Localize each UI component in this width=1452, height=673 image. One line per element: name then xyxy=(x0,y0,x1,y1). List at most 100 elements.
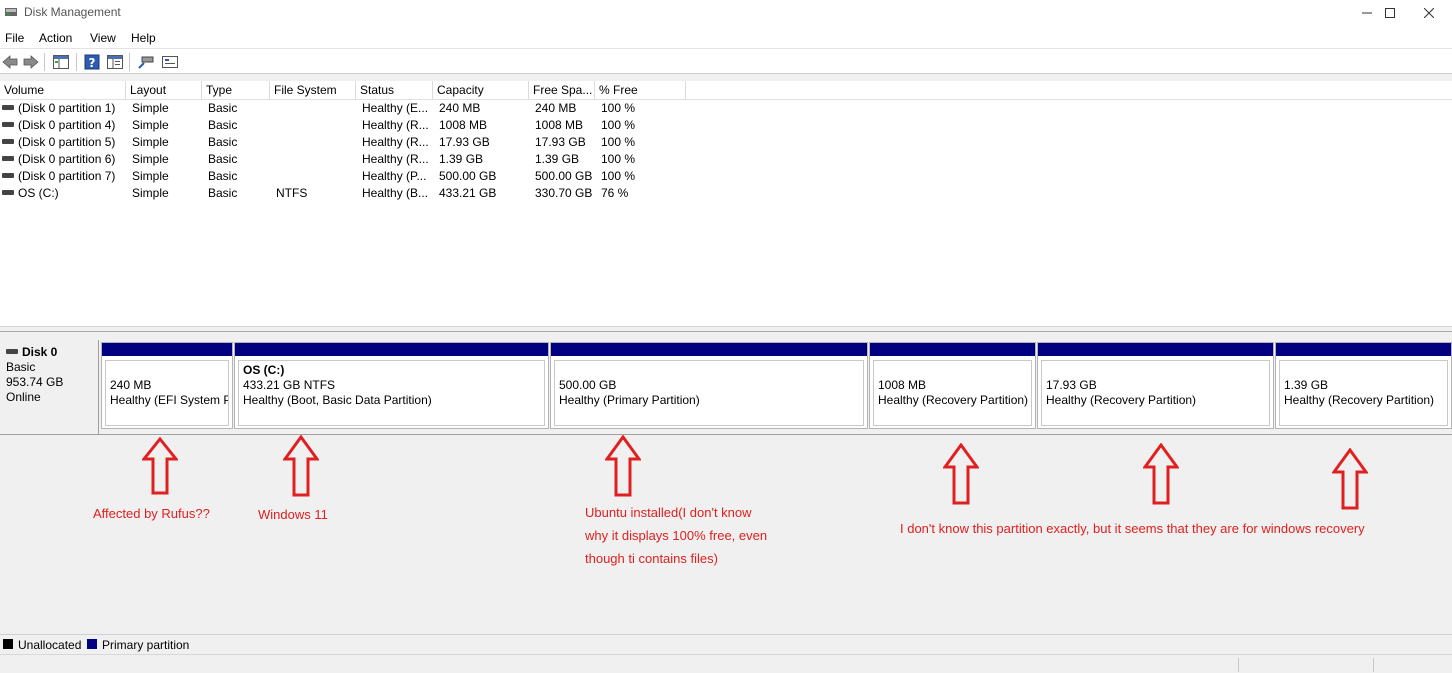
partition-recovery-3[interactable]: 1.39 GB Healthy (Recovery Partition) xyxy=(1275,342,1452,429)
partition-efi[interactable]: 240 MB Healthy (EFI System Pa xyxy=(101,342,233,429)
annotation-ubuntu-line: why it displays 100% free, even xyxy=(585,528,768,543)
layout-cell: Simple xyxy=(132,135,169,149)
layout-cell: Simple xyxy=(132,169,169,183)
partition-recovery-2[interactable]: 17.93 GB Healthy (Recovery Partition) xyxy=(1037,342,1274,429)
unallocated-swatch xyxy=(3,639,13,649)
partition-os[interactable]: OS (C:) 433.21 GB NTFS Healthy (Boot, Ba… xyxy=(234,342,549,429)
column-header-layout[interactable]: Layout xyxy=(126,81,202,99)
forward-button[interactable] xyxy=(22,53,40,71)
volume-icon xyxy=(2,139,14,145)
partition-status: Healthy (Recovery Partition) xyxy=(878,393,1029,407)
disk-type: Basic xyxy=(6,360,36,374)
legend-unallocated: Unallocated xyxy=(18,638,82,652)
annotation-ubuntu-line: Ubuntu installed(I don't know xyxy=(585,505,752,520)
table-row[interactable]: (Disk 0 partition 4) Simple Basic Health… xyxy=(0,117,700,134)
table-row[interactable]: OS (C:) Simple Basic NTFS Healthy (B... … xyxy=(0,185,700,202)
volume-icon xyxy=(2,156,14,162)
volume-name: (Disk 0 partition 6) xyxy=(18,152,116,166)
legend-primary-partition: Primary partition xyxy=(102,638,190,652)
menu-file[interactable]: File xyxy=(5,31,24,45)
menu-view[interactable]: View xyxy=(90,31,116,45)
back-button[interactable] xyxy=(1,53,19,71)
arrow-up-icon xyxy=(142,437,178,495)
percent-free-cell: 76 % xyxy=(601,186,629,200)
column-header-file-system[interactable]: File System xyxy=(270,81,356,99)
table-row[interactable]: (Disk 0 partition 6) Simple Basic Health… xyxy=(0,151,700,168)
file-system-cell: NTFS xyxy=(276,186,308,200)
status-bar xyxy=(0,654,1452,673)
free-space-cell: 330.70 GB xyxy=(535,186,593,200)
type-cell: Basic xyxy=(208,118,238,132)
status-separator xyxy=(1373,658,1374,672)
legend: Unallocated Primary partition xyxy=(0,634,1452,654)
arrow-up-icon xyxy=(943,443,979,505)
settings-button[interactable] xyxy=(161,53,179,71)
capacity-cell: 500.00 GB xyxy=(439,169,497,183)
console-tree-button[interactable] xyxy=(52,53,70,71)
menu-help[interactable]: Help xyxy=(131,31,156,45)
column-header-type[interactable]: Type xyxy=(202,81,270,99)
close-button[interactable] xyxy=(1406,0,1452,26)
type-cell: Basic xyxy=(208,135,238,149)
toolbar-separator xyxy=(44,53,45,71)
status-separator xyxy=(1238,658,1239,672)
partition-size: 240 MB xyxy=(110,378,152,392)
partition-title: OS (C:) xyxy=(243,363,285,377)
table-row[interactable]: (Disk 0 partition 1) Simple Basic Health… xyxy=(0,100,700,117)
annotation-efi: Affected by Rufus?? xyxy=(93,506,210,521)
properties-icon xyxy=(107,55,123,69)
type-cell: Basic xyxy=(208,186,238,200)
disk-graphical-view: Disk 0 Basic 953.74 GB Online 240 MB Hea… xyxy=(0,332,1452,634)
status-cell: Healthy (R... xyxy=(362,152,429,166)
partition-recovery-1[interactable]: 1008 MB Healthy (Recovery Partition) xyxy=(869,342,1036,429)
column-header-status[interactable]: Status xyxy=(356,81,433,99)
layout-cell: Simple xyxy=(132,152,169,166)
table-row[interactable]: (Disk 0 partition 5) Simple Basic Health… xyxy=(0,134,700,151)
partition-status: Healthy (Boot, Basic Data Partition) xyxy=(243,393,432,407)
back-icon xyxy=(2,55,18,69)
help-icon: ? xyxy=(84,54,100,70)
partition-size: 500.00 GB xyxy=(559,378,617,392)
menu-bar: File Action View Help xyxy=(0,26,1452,48)
type-cell: Basic xyxy=(208,152,238,166)
svg-text:?: ? xyxy=(89,56,96,70)
partition-status: Healthy (Recovery Partition) xyxy=(1284,393,1435,407)
layout-cell: Simple xyxy=(132,101,169,115)
toolbar-separator xyxy=(76,53,77,71)
column-header-volume[interactable]: Volume xyxy=(0,81,126,99)
toolbar-separator xyxy=(129,53,130,71)
properties-button[interactable] xyxy=(106,53,124,71)
status-cell: Healthy (B... xyxy=(362,186,429,200)
connect-button[interactable] xyxy=(137,53,155,71)
help-button[interactable]: ? xyxy=(83,53,101,71)
volume-icon xyxy=(2,105,14,111)
partition-title xyxy=(878,363,1031,378)
column-header-percent-free[interactable]: % Free xyxy=(595,81,686,99)
capacity-cell: 1.39 GB xyxy=(439,152,484,166)
percent-free-cell: 100 % xyxy=(601,118,636,132)
column-header-free-space[interactable]: Free Spa... xyxy=(529,81,595,99)
status-cell: Healthy (P... xyxy=(362,169,427,183)
disk-info[interactable]: Disk 0 Basic 953.74 GB Online xyxy=(0,340,99,435)
disk-status: Online xyxy=(6,390,41,404)
annotation-os: Windows 11 xyxy=(258,507,328,522)
disk-management-icon xyxy=(5,8,17,16)
arrow-up-icon xyxy=(1143,443,1179,505)
forward-icon xyxy=(23,55,39,69)
capacity-cell: 240 MB xyxy=(439,101,481,115)
column-header-capacity[interactable]: Capacity xyxy=(433,81,529,99)
status-cell: Healthy (R... xyxy=(362,118,429,132)
partition-ubuntu[interactable]: 500.00 GB Healthy (Primary Partition) xyxy=(550,342,868,429)
volume-name: (Disk 0 partition 7) xyxy=(18,169,116,183)
table-row[interactable]: (Disk 0 partition 7) Simple Basic Health… xyxy=(0,168,700,185)
volume-name: (Disk 0 partition 5) xyxy=(18,135,116,149)
menu-action[interactable]: Action xyxy=(39,31,72,45)
primary-partition-bar xyxy=(102,343,232,356)
free-space-cell: 240 MB xyxy=(535,101,577,115)
partition-size: 1.39 GB xyxy=(1284,378,1329,392)
type-cell: Basic xyxy=(208,101,238,115)
free-space-cell: 1.39 GB xyxy=(535,152,580,166)
partition-status: Healthy (Recovery Partition) xyxy=(1046,393,1197,407)
percent-free-cell: 100 % xyxy=(601,135,636,149)
free-space-cell: 17.93 GB xyxy=(535,135,586,149)
